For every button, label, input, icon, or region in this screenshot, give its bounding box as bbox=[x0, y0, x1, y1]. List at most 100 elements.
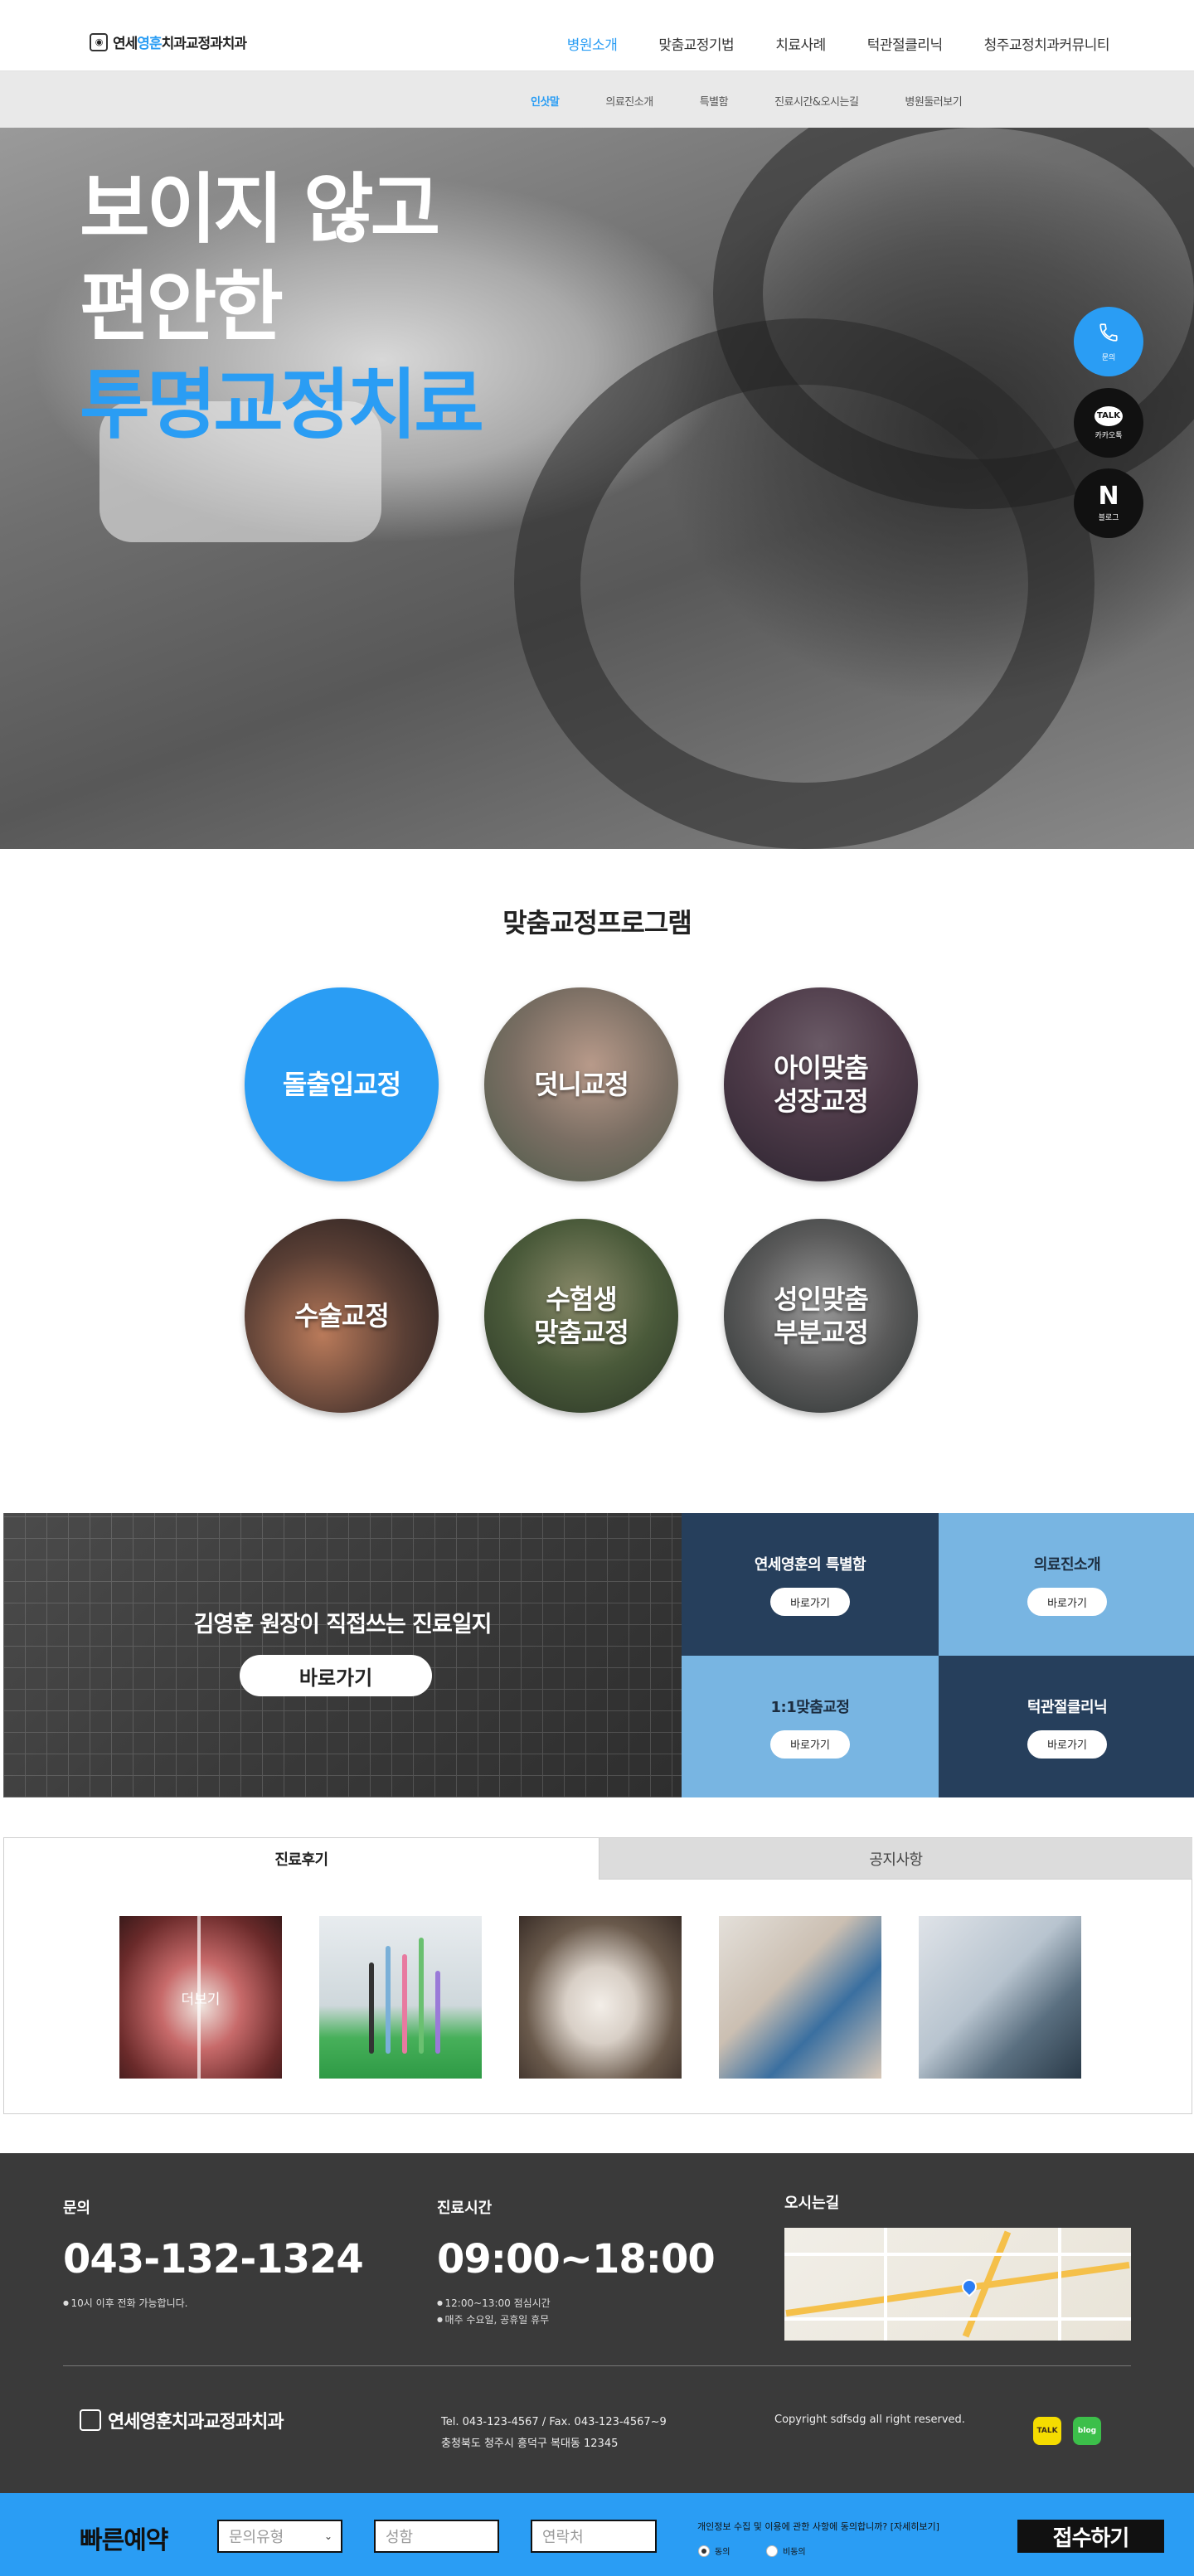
agree-label: 동의 bbox=[715, 2548, 730, 2557]
logo-accent: 영훈 bbox=[137, 36, 162, 52]
hero-banner: 보이지 않고 편안한 투명교정치료 문의 TALK 카카오톡 N 블로그 bbox=[0, 128, 1194, 849]
nav-community[interactable]: 청주교정치과커뮤니티 bbox=[984, 33, 1110, 54]
chevron-down-icon: ⌄ bbox=[323, 2530, 332, 2542]
kakao-talk-icon: TALK bbox=[1094, 405, 1123, 426]
program-child-growth[interactable]: 아이맞춤 성장교정 bbox=[724, 987, 918, 1181]
name-input[interactable]: 성함 bbox=[374, 2520, 499, 2553]
tile-title: 의료진소개 bbox=[1033, 1556, 1101, 1574]
journal-banner: 김영훈 원장이 직접쓰는 진료일지 바로가기 bbox=[3, 1513, 682, 1797]
main-nav: 병원소개 맞춤교정기법 치료사례 턱관절클리닉 청주교정치과커뮤니티 bbox=[526, 33, 1110, 54]
quick-kakao-button[interactable]: TALK 카카오톡 bbox=[1074, 388, 1143, 458]
tile-doctors-button[interactable]: 바로가기 bbox=[1027, 1588, 1107, 1616]
tile-special: 연세영훈의 특별함 바로가기 bbox=[682, 1513, 939, 1656]
naver-blog-icon[interactable]: blog bbox=[1073, 2417, 1101, 2445]
review-thumbnail[interactable] bbox=[319, 1916, 482, 2079]
program-label: 수험생 맞춤교정 bbox=[534, 1283, 629, 1348]
toothbrush-shape bbox=[419, 1938, 424, 2054]
footer-contact-info: Tel. 043-123-4567 / Fax. 043-123-4567~9 … bbox=[441, 2412, 667, 2455]
tile-doctors: 의료진소개 바로가기 bbox=[939, 1513, 1194, 1656]
consent-text[interactable]: 개인정보 수집 및 이용에 관한 사항에 동의합니까? [자세히보기] bbox=[697, 2520, 939, 2533]
map-road bbox=[784, 2253, 1131, 2256]
site-logo[interactable]: ◉ 연세 영훈 치과교정과치과 bbox=[90, 32, 247, 52]
quick-blog-label: 블로그 bbox=[1098, 513, 1119, 522]
tile-title: 1:1맞춤교정 bbox=[770, 1698, 851, 1716]
quick-call-label: 문의 bbox=[1101, 353, 1116, 362]
review-thumbnail[interactable]: 더보기 bbox=[119, 1916, 282, 2079]
contact-input[interactable]: 연락처 bbox=[531, 2520, 657, 2553]
agree-radio[interactable]: 동의 bbox=[698, 2544, 730, 2557]
tel-fax: Tel. 043-123-4567 / Fax. 043-123-4567~9 bbox=[441, 2416, 667, 2428]
program-student[interactable]: 수험생 맞춤교정 bbox=[484, 1219, 678, 1413]
footer-logo: 연세영훈치과교정과치과 bbox=[80, 2407, 284, 2433]
tooth-logo-icon bbox=[80, 2409, 101, 2431]
map-road bbox=[784, 2317, 1131, 2321]
inquiry-type-select[interactable]: 문의유형 ⌄ bbox=[217, 2520, 342, 2553]
sub-nav: 인삿말 의료진소개 특별함 진료시간&오시는길 병원둘러보기 bbox=[0, 71, 1194, 128]
program-protrusion[interactable]: 돌출입교정 bbox=[245, 987, 439, 1181]
subnav-doctors[interactable]: 의료진소개 bbox=[605, 93, 653, 109]
hours-label: 진료시간 bbox=[437, 2200, 493, 2217]
radio-dot-icon bbox=[698, 2544, 710, 2557]
nav-cases[interactable]: 치료사례 bbox=[775, 33, 826, 54]
tile-title: 턱관절클리닉 bbox=[1027, 1698, 1108, 1716]
location-map[interactable] bbox=[784, 2228, 1131, 2341]
program-label: 덧니교정 bbox=[534, 1069, 629, 1100]
footer-divider bbox=[63, 2365, 1131, 2366]
program-crooked-teeth[interactable]: 덧니교정 bbox=[484, 987, 678, 1181]
tab-reviews[interactable]: 진료후기 bbox=[4, 1838, 599, 1880]
disagree-label: 비동의 bbox=[783, 2548, 806, 2557]
location-label: 오시는길 bbox=[784, 2195, 840, 2212]
quick-kakao-label: 카카오톡 bbox=[1094, 431, 1123, 440]
disagree-radio[interactable]: 비동의 bbox=[766, 2544, 806, 2557]
program-label: 성인맞춤 부분교정 bbox=[774, 1283, 869, 1348]
map-road bbox=[884, 2228, 887, 2341]
tile-special-button[interactable]: 바로가기 bbox=[770, 1588, 850, 1616]
toothbrush-shape bbox=[402, 1954, 407, 2054]
toothbrush-shape bbox=[435, 1971, 440, 2054]
hours-note-lunch: 12:00~13:00 점심시간 bbox=[437, 2296, 551, 2310]
inquiry-type-placeholder: 문의유형 bbox=[229, 2529, 284, 2546]
tile-one-on-one-button[interactable]: 바로가기 bbox=[770, 1729, 850, 1759]
tile-tmj-button[interactable]: 바로가기 bbox=[1027, 1729, 1107, 1759]
submit-button[interactable]: 접수하기 bbox=[1017, 2520, 1164, 2553]
more-label: 더보기 bbox=[181, 1991, 221, 2008]
reservation-title: 빠른예약 bbox=[80, 2526, 168, 2555]
tab-notices[interactable]: 공지사항 bbox=[599, 1838, 1192, 1880]
map-road bbox=[785, 2261, 1130, 2317]
subnav-tour[interactable]: 병원둘러보기 bbox=[905, 93, 962, 109]
footer-hours: 09:00~18:00 bbox=[437, 2236, 716, 2283]
quick-call-button[interactable]: 문의 bbox=[1074, 307, 1143, 376]
site-header: ◉ 연세 영훈 치과교정과치과 병원소개 맞춤교정기법 치료사례 턱관절클리닉 청주… bbox=[0, 0, 1194, 71]
tooth-logo-icon: ◉ bbox=[90, 32, 108, 51]
program-surgical[interactable]: 수술교정 bbox=[245, 1219, 439, 1413]
quick-blog-button[interactable]: N 블로그 bbox=[1074, 468, 1143, 538]
program-adult-partial[interactable]: 성인맞춤 부분교정 bbox=[724, 1219, 918, 1413]
kakao-talk-icon[interactable]: TALK bbox=[1033, 2417, 1061, 2445]
footer-phone[interactable]: 043-132-1324 bbox=[63, 2236, 364, 2283]
site-footer: 문의 043-132-1324 10시 이후 전화 가능합니다. 진료시간 09… bbox=[0, 2153, 1194, 2493]
subnav-hours-location[interactable]: 진료시간&오시는길 bbox=[774, 93, 859, 109]
subnav-greeting[interactable]: 인삿말 bbox=[531, 93, 560, 109]
toothbrush-shape bbox=[386, 1946, 391, 2054]
quick-reservation-bar: 빠른예약 문의유형 ⌄ 성함 연락처 개인정보 수집 및 이용에 관한 사항에 … bbox=[0, 2493, 1194, 2576]
nav-custom-orthodontics[interactable]: 맞춤교정기법 bbox=[658, 33, 734, 54]
hero-line-1: 보이지 않고 bbox=[80, 165, 440, 254]
phone-note: 10시 이후 전화 가능합니다. bbox=[63, 2296, 188, 2310]
nav-tmj-clinic[interactable]: 턱관절클리닉 bbox=[867, 33, 943, 54]
review-thumbnail[interactable] bbox=[719, 1916, 881, 2079]
inquiry-label: 문의 bbox=[63, 2200, 91, 2217]
journal-banner-title: 김영훈 원장이 직접쓰는 진료일지 bbox=[193, 1612, 493, 1637]
tile-title: 연세영훈의 특별함 bbox=[754, 1556, 866, 1574]
phone-icon bbox=[1098, 322, 1119, 348]
subnav-special[interactable]: 특별함 bbox=[700, 93, 729, 109]
footer-logo-text: 연세영훈치과교정과치과 bbox=[108, 2412, 284, 2433]
toothbrush-shape bbox=[369, 1962, 374, 2054]
nav-hospital-intro[interactable]: 병원소개 bbox=[567, 33, 618, 54]
review-thumbnail[interactable] bbox=[519, 1916, 682, 2079]
hero-headline: 보이지 않고 편안한 투명교정치료 bbox=[80, 161, 484, 454]
review-thumbnail[interactable] bbox=[919, 1916, 1081, 2079]
tile-tmj: 턱관절클리닉 바로가기 bbox=[939, 1656, 1194, 1797]
board-tabs: 진료후기 공지사항 더보기 bbox=[3, 1837, 1192, 2114]
journal-go-button[interactable]: 바로가기 bbox=[240, 1655, 432, 1696]
program-label: 수술교정 bbox=[294, 1300, 390, 1332]
